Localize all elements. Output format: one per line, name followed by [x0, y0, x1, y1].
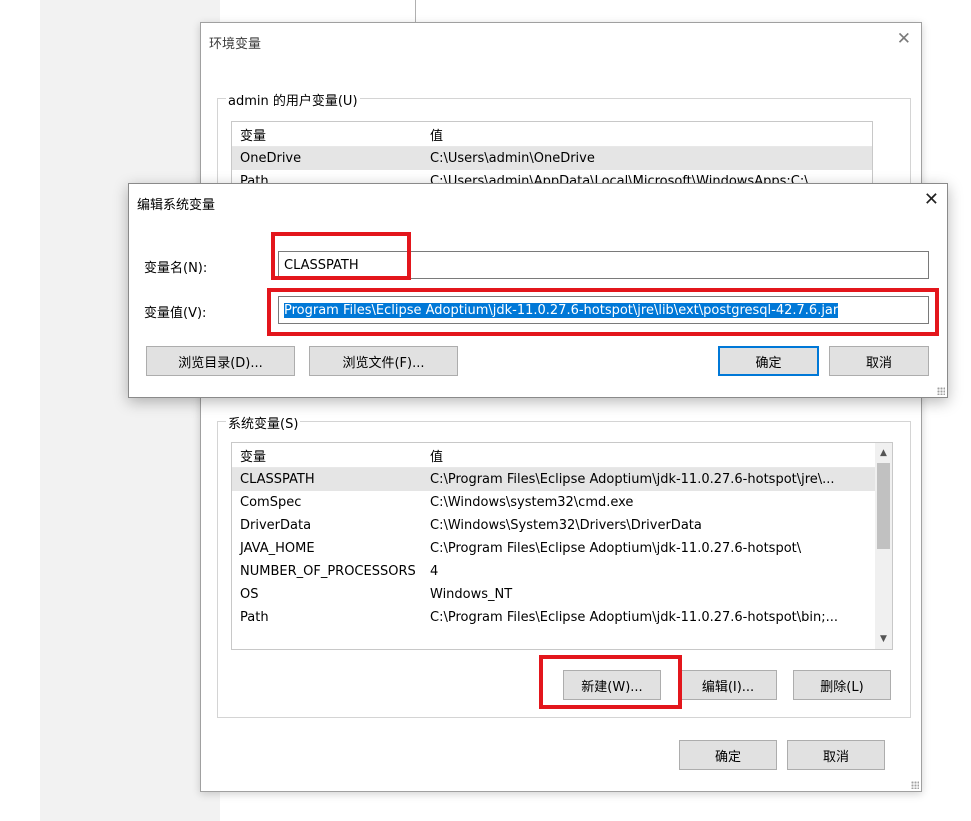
table-row[interactable]: NUMBER_OF_PROCESSORS 4: [232, 560, 875, 583]
list-header: 变量 值: [232, 122, 872, 147]
variable-name: OneDrive: [240, 151, 302, 166]
ok-button[interactable]: 确定: [679, 740, 777, 770]
dialog-ok-button[interactable]: 确定: [718, 346, 819, 376]
variable-value-input[interactable]: Program Files\Eclipse Adoptium\jdk-11.0.…: [278, 296, 929, 324]
column-header-value[interactable]: 值: [430, 446, 875, 465]
edit-system-variable-dialog: 编辑系统变量 ✕ 变量名(N): CLASSPATH 变量值(V): Progr…: [128, 183, 948, 398]
selected-value-text: Program Files\Eclipse Adoptium\jdk-11.0.…: [284, 302, 839, 318]
edit-variable-button[interactable]: 编辑(I)...: [679, 670, 777, 700]
variable-name: Path: [240, 610, 269, 625]
variable-value: C:\Program Files\Eclipse Adoptium\jdk-11…: [430, 472, 835, 487]
scrollbar-thumb[interactable]: [877, 463, 890, 549]
background-panel: [40, 0, 220, 821]
table-row[interactable]: Path C:\Program Files\Eclipse Adoptium\j…: [232, 606, 875, 629]
table-row[interactable]: OneDrive C:\Users\admin\OneDrive: [232, 147, 872, 170]
background-divider: [415, 0, 416, 22]
resize-grip[interactable]: [937, 387, 945, 395]
variable-name: DriverData: [240, 518, 312, 533]
variable-value: C:\Windows\System32\Drivers\DriverData: [430, 518, 702, 533]
variable-name-label: 变量名(N):: [144, 261, 208, 276]
cancel-button[interactable]: 取消: [787, 740, 885, 770]
chevron-up-icon[interactable]: ▲: [875, 445, 892, 461]
variable-value: Windows_NT: [430, 587, 513, 602]
delete-variable-button[interactable]: 删除(L): [793, 670, 891, 700]
dialog-cancel-button[interactable]: 取消: [829, 346, 929, 376]
list-header: 变量 值: [232, 443, 892, 468]
variable-value: 4: [430, 564, 439, 579]
table-row[interactable]: ComSpec C:\Windows\system32\cmd.exe: [232, 491, 875, 514]
resize-grip[interactable]: [911, 781, 919, 789]
system-variables-list[interactable]: 变量 值 CLASSPATH C:\Program Files\Eclipse …: [231, 442, 893, 650]
vertical-scrollbar[interactable]: ▲ ▼: [875, 443, 892, 649]
column-header-variable[interactable]: 变量: [232, 125, 430, 144]
column-header-value[interactable]: 值: [430, 125, 872, 144]
window-title: 环境变量: [209, 37, 262, 52]
browse-file-button[interactable]: 浏览文件(F)...: [309, 346, 458, 376]
close-icon[interactable]: ✕: [924, 190, 939, 210]
table-row[interactable]: OS Windows_NT: [232, 583, 875, 606]
close-icon[interactable]: ✕: [897, 29, 911, 49]
chevron-down-icon[interactable]: ▼: [875, 631, 892, 647]
table-row[interactable]: CLASSPATH C:\Program Files\Eclipse Adopt…: [232, 468, 875, 491]
variable-name: JAVA_HOME: [240, 541, 315, 556]
dialog-title: 编辑系统变量: [137, 198, 216, 213]
variable-value-label: 变量值(V):: [144, 306, 207, 321]
user-variables-label: admin 的用户变量(U): [226, 90, 360, 109]
new-variable-button[interactable]: 新建(W)...: [563, 670, 661, 700]
environment-variables-window: 环境变量 ✕ admin 的用户变量(U) 变量 值 OneDrive C:\U…: [200, 22, 922, 792]
variable-name-input[interactable]: CLASSPATH: [278, 251, 929, 279]
variable-value: C:\Users\admin\OneDrive: [430, 151, 595, 166]
variable-value: C:\Program Files\Eclipse Adoptium\jdk-11…: [430, 610, 839, 625]
variable-value: C:\Windows\system32\cmd.exe: [430, 495, 634, 510]
variable-name: CLASSPATH: [240, 472, 315, 487]
column-header-variable[interactable]: 变量: [232, 446, 430, 465]
variable-name: NUMBER_OF_PROCESSORS: [240, 564, 416, 579]
system-variables-label: 系统变量(S): [226, 413, 301, 432]
variable-name-text: CLASSPATH: [284, 257, 359, 273]
browse-directory-button[interactable]: 浏览目录(D)...: [146, 346, 295, 376]
table-row[interactable]: JAVA_HOME C:\Program Files\Eclipse Adopt…: [232, 537, 875, 560]
variable-name: ComSpec: [240, 495, 302, 510]
variable-value: C:\Program Files\Eclipse Adoptium\jdk-11…: [430, 541, 802, 556]
variable-name: OS: [240, 587, 259, 602]
table-row[interactable]: DriverData C:\Windows\System32\Drivers\D…: [232, 514, 875, 537]
